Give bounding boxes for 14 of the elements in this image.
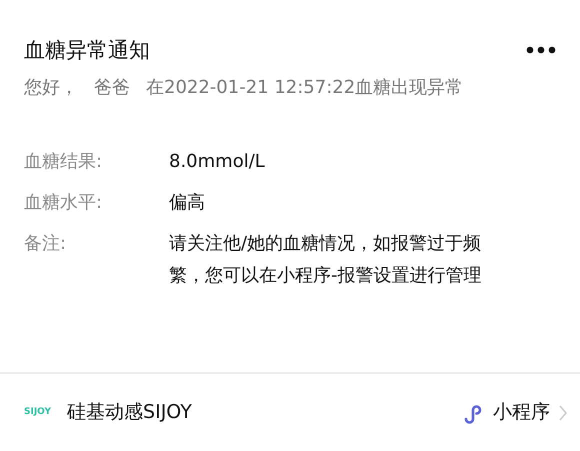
field-value: 偏高 (169, 191, 206, 215)
more-icon[interactable] (526, 46, 556, 54)
field-label: 血糖水平: (24, 191, 104, 215)
field-value: 8.0mmol/L (169, 150, 266, 174)
brand-logo: SIJOY (24, 406, 52, 419)
notification-title: 血糖异常通知 (24, 37, 150, 64)
greeting-text: 您好， (24, 76, 78, 100)
field-label: 备注: (24, 232, 68, 256)
mini-program-link[interactable]: 小程序 (493, 398, 550, 427)
field-value: 请关注他/她的血糖情况，如报警过于频繁，您可以在小程序-报警设置进行管理 (169, 232, 482, 288)
field-label: 血糖结果: (24, 150, 104, 174)
greeting-text: 在2022-01-21 12:57:22血糖出现异常 (146, 76, 464, 100)
account-name: 硅基动感SIJOY (67, 400, 192, 426)
greeting-text: 爸爸 (94, 76, 130, 100)
